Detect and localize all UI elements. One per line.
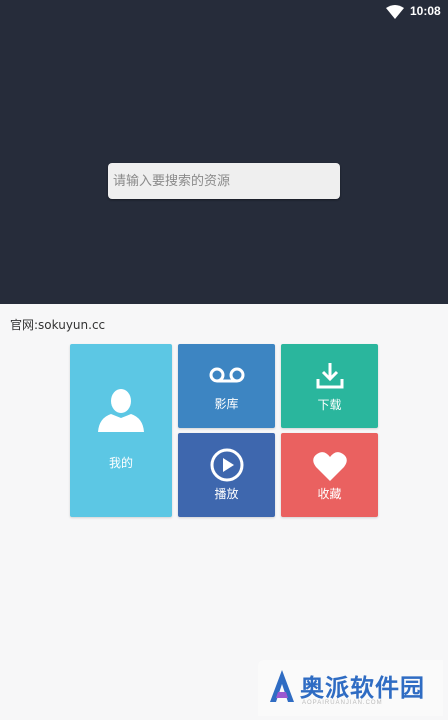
logo-icon bbox=[270, 670, 294, 702]
tile-download-label: 下载 bbox=[317, 398, 342, 412]
tile-play[interactable]: 播放 bbox=[178, 433, 275, 517]
status-time: 10:08 bbox=[410, 4, 441, 18]
tile-download[interactable]: 下载 bbox=[281, 344, 378, 428]
tile-library-label: 影库 bbox=[214, 397, 239, 411]
tile-favorites-label: 收藏 bbox=[317, 487, 342, 501]
wifi-icon bbox=[386, 5, 404, 19]
play-circle-icon bbox=[210, 448, 243, 482]
tile-play-label: 播放 bbox=[214, 487, 239, 501]
tile-favorites[interactable]: 收藏 bbox=[281, 433, 378, 517]
heart-icon bbox=[312, 452, 347, 481]
official-site-label: 官网:sokuyun.cc bbox=[10, 318, 106, 332]
search-input[interactable] bbox=[108, 163, 340, 199]
watermark: 奥派软件园 AOPAIRUANJIAN.COM bbox=[258, 660, 443, 716]
watermark-subtext: AOPAIRUANJIAN.COM bbox=[302, 700, 383, 706]
person-icon bbox=[98, 389, 144, 432]
search-box[interactable] bbox=[108, 163, 340, 199]
tile-library[interactable]: 影库 bbox=[178, 344, 275, 428]
voicemail-icon bbox=[209, 367, 244, 383]
tile-me[interactable]: 我的 bbox=[70, 344, 172, 517]
tile-me-label: 我的 bbox=[108, 456, 133, 470]
download-icon bbox=[316, 363, 343, 389]
header-panel: 10:08 bbox=[0, 0, 448, 304]
status-bar: 10:08 bbox=[0, 0, 448, 24]
watermark-text: 奥派软件园 bbox=[300, 674, 425, 702]
